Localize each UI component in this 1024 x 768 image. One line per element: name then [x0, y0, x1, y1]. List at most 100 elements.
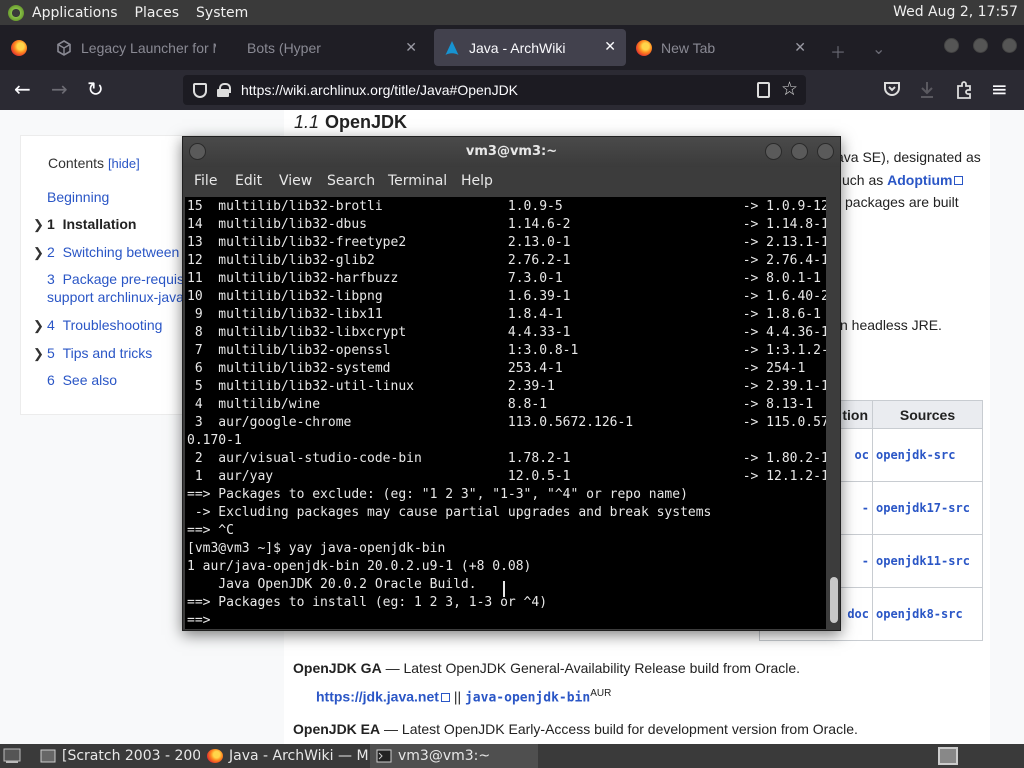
download-icon[interactable]	[919, 81, 935, 99]
terminal-line: [vm3@vm3 ~]$ yay java-openjdk-bin	[187, 541, 446, 556]
toc-item-tips[interactable]: 5 Tips and tricks	[47, 345, 152, 361]
bookmark-star-icon[interactable]: ☆	[781, 78, 798, 101]
toc-item-switching[interactable]: 2 Switching between	[47, 244, 179, 260]
tracking-shield-icon[interactable]	[193, 82, 207, 98]
workspace-switcher[interactable]	[938, 747, 958, 765]
tab-new-tab[interactable]: New Tab ✕	[636, 25, 816, 70]
close-icon[interactable]	[817, 143, 834, 160]
menu-places[interactable]: Places	[135, 5, 180, 21]
jdk-java-net-link[interactable]: https://jdk.java.net	[316, 689, 439, 705]
new-tab-icon[interactable]: ＋	[830, 39, 846, 63]
terminal-line: 15 multilib/lib32-brotli 1.0.9-5 -> 1.0.…	[187, 199, 826, 214]
tab-java-archwiki[interactable]: Java - ArchWiki ✕	[434, 29, 626, 66]
tab-list-chevron-icon[interactable]: ⌄	[872, 39, 885, 58]
menu-applications[interactable]: Applications	[32, 5, 118, 21]
toc-item-troubleshooting[interactable]: 4 Troubleshooting	[47, 317, 162, 333]
menu-file[interactable]: File	[194, 173, 217, 189]
terminal-line: 1 aur/java-openjdk-bin 20.0.2.u9-1 (+8 0…	[187, 559, 532, 574]
task-terminal[interactable]: vm3@vm3:~	[370, 744, 538, 768]
terminal-line: 7 multilib/lib32-openssl 1:3.0.8-1 -> 1:…	[187, 343, 826, 358]
url-text[interactable]: https://wiki.archlinux.org/title/Java#Op…	[241, 82, 518, 98]
menu-system[interactable]: System	[196, 5, 248, 21]
table-cell-source[interactable]: openjdk11-src	[872, 534, 983, 588]
pocket-icon[interactable]	[883, 81, 901, 98]
scrollbar-thumb[interactable]	[830, 577, 838, 623]
chevron-right-icon[interactable]: ❯	[33, 245, 44, 261]
firefox-icon[interactable]	[11, 40, 27, 56]
reload-icon[interactable]: ↻	[87, 78, 104, 100]
toc-item-beginning[interactable]: Beginning	[47, 189, 109, 205]
toc-item-package-prereqs-cont[interactable]: support archlinux-java	[47, 289, 184, 305]
distro-logo-icon[interactable]	[8, 4, 24, 21]
tab-legacy-launcher[interactable]: Legacy Launcher for M	[46, 25, 221, 70]
terminal-line: 6 multilib/lib32-systemd 253.4-1 -> 254-…	[187, 361, 806, 376]
terminal-window[interactable]: vm3@vm3:~ File Edit View Search Terminal…	[182, 136, 841, 631]
extensions-icon[interactable]	[955, 81, 973, 99]
minimize-icon[interactable]	[944, 38, 959, 53]
terminal-menu-button-icon[interactable]	[189, 143, 206, 160]
toc-item-installation[interactable]: 1 Installation	[47, 216, 136, 232]
show-desktop-icon[interactable]	[3, 748, 21, 764]
menu-view[interactable]: View	[279, 173, 312, 189]
clock[interactable]: Wed Aug 2, 17:57	[893, 4, 1018, 20]
terminal-menubar: File Edit View Search Terminal Help	[183, 167, 840, 195]
adoptium-link[interactable]: Adoptium	[887, 172, 952, 188]
table-cell-source[interactable]: openjdk17-src	[872, 481, 983, 535]
terminal-output[interactable]: 15 multilib/lib32-brotli 1.0.9-5 -> 1.0.…	[185, 197, 826, 629]
close-tab-icon[interactable]: ✕	[794, 39, 806, 56]
url-bar[interactable]: https://wiki.archlinux.org/title/Java#Op…	[183, 75, 806, 105]
tab-label: Legacy Launcher for M	[81, 39, 216, 56]
table-cell-source[interactable]: openjdk-src	[872, 428, 983, 482]
terminal-line: 14 multilib/lib32-dbus 1.14.6-2 -> 1.14.…	[187, 217, 826, 232]
menu-search[interactable]: Search	[327, 173, 375, 189]
aur-package-link[interactable]: java-openjdk-bin	[465, 691, 590, 706]
openjdk-ga-links: https://jdk.java.net || java-openjdk-bin…	[316, 688, 612, 706]
forward-icon[interactable]: →	[51, 78, 68, 100]
browser-tab-bar: Legacy Launcher for M Bots (Hyper ✕ Java…	[0, 25, 1024, 70]
terminal-line: 5 multilib/lib32-util-linux 2.39-1 -> 2.…	[187, 379, 826, 394]
archlinux-icon	[445, 40, 459, 55]
close-window-icon[interactable]	[1002, 38, 1017, 53]
terminal-line: 4 multilib/wine 8.8-1 -> 8.13-1	[187, 397, 814, 412]
external-link-icon	[440, 692, 450, 702]
toc-title: Contents [hide]	[48, 155, 140, 171]
cube-icon	[57, 39, 71, 56]
lock-icon[interactable]	[217, 83, 231, 97]
toc-item-package-prereqs[interactable]: 3 Package pre-requis	[47, 271, 184, 287]
tab-label: Java - ArchWiki	[469, 39, 566, 56]
terminal-line: 2 aur/visual-studio-code-bin 1.78.2-1 ->…	[187, 451, 826, 466]
tab-bots[interactable]: Bots (Hyper ✕	[237, 25, 427, 70]
toc-item-see-also[interactable]: 6 See also	[47, 372, 117, 388]
terminal-line: 12 multilib/lib32-glib2 2.76.2-1 -> 2.76…	[187, 253, 826, 268]
terminal-scrollbar[interactable]	[828, 197, 840, 629]
terminal-line: 8 multilib/lib32-libxcrypt 4.4.33-1 -> 4…	[187, 325, 826, 340]
table-cell-source[interactable]: openjdk8-src	[872, 587, 983, 641]
menu-edit[interactable]: Edit	[235, 173, 262, 189]
menu-help[interactable]: Help	[461, 173, 493, 189]
reader-view-icon[interactable]	[757, 82, 770, 98]
paragraph-fragment: uch as Adoptium	[842, 172, 964, 188]
toc-hide-link[interactable]: [hide]	[108, 156, 140, 171]
external-link-icon	[954, 176, 964, 185]
maximize-icon[interactable]	[973, 38, 988, 53]
terminal-line: ==> Packages to exclude: (eg: "1 2 3", "…	[187, 487, 688, 502]
hamburger-menu-icon[interactable]: ≡	[991, 78, 1008, 100]
close-tab-icon[interactable]: ✕	[604, 38, 616, 55]
terminal-line: ==> ^C	[187, 523, 234, 538]
chevron-right-icon[interactable]: ❯	[33, 318, 44, 334]
chevron-right-icon[interactable]: ❯	[33, 346, 44, 362]
back-icon[interactable]: ←	[14, 78, 31, 100]
task-scratch[interactable]: [Scratch 2003 - 200...	[34, 744, 200, 768]
maximize-icon[interactable]	[791, 143, 808, 160]
top-panel: Applications Places System Wed Aug 2, 17…	[0, 0, 1024, 25]
openjdk-ea-text: OpenJDK EA — Latest OpenJDK Early-Access…	[293, 721, 858, 737]
task-firefox[interactable]: Java - ArchWiki — M...	[201, 744, 371, 768]
menu-terminal[interactable]: Terminal	[388, 173, 447, 189]
terminal-line: 1 aur/yay 12.0.5-1 -> 12.1.2-1	[187, 469, 826, 484]
terminal-line: 0.170-1	[187, 433, 242, 448]
paragraph-fragment: packages are built	[845, 194, 959, 210]
terminal-title[interactable]: vm3@vm3:~	[183, 137, 840, 167]
close-tab-icon[interactable]: ✕	[405, 39, 417, 56]
minimize-icon[interactable]	[765, 143, 782, 160]
chevron-right-icon[interactable]: ❯	[33, 217, 44, 233]
